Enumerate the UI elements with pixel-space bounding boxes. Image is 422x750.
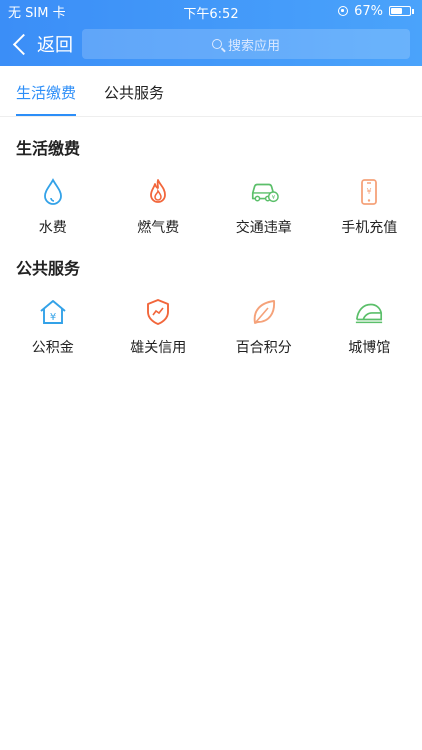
public-services-grid: ¥ 公积金 雄关信用 百合积分 城博馆 <box>0 297 422 357</box>
app-label: 雄关信用 <box>130 340 187 356</box>
navbar: 返回 搜索应用 <box>0 22 422 66</box>
header: 无 SIM 卡 67% 下午6:52 返回 搜索应用 <box>0 0 422 66</box>
battery-level <box>391 8 403 14</box>
back-button[interactable]: 返回 <box>10 31 74 57</box>
app-label: 交通违章 <box>235 220 292 236</box>
app-label: 燃气费 <box>137 220 180 236</box>
app-traffic-violation[interactable]: ¥ 交通违章 <box>211 177 317 237</box>
app-label: 百合积分 <box>235 340 292 356</box>
flame-icon <box>143 177 173 207</box>
search-placeholder: 搜索应用 <box>227 38 280 54</box>
search-icon <box>211 39 222 49</box>
tab-public-services[interactable]: 公共服务 <box>104 82 164 116</box>
battery-icon <box>389 6 411 16</box>
battery-cap <box>412 8 414 14</box>
museum-icon <box>354 297 384 327</box>
shield-icon <box>143 297 173 327</box>
app-label: 水费 <box>38 220 67 236</box>
app-label: 城博馆 <box>348 340 391 356</box>
app-lily-points[interactable]: 百合积分 <box>211 297 317 357</box>
chevron-left-icon <box>12 33 35 55</box>
leaf-icon <box>249 297 279 327</box>
water-drop-icon <box>38 177 68 207</box>
battery-percent: 67% <box>354 3 383 19</box>
svg-text:¥: ¥ <box>50 312 56 323</box>
section-title-life-payment: 生活缴费 <box>16 139 81 158</box>
app-phone-recharge[interactable]: ¥ 手机充值 <box>317 177 422 237</box>
carrier-label: 无 SIM 卡 <box>8 5 66 21</box>
section-title-public-services: 公共服务 <box>16 259 81 278</box>
house-icon: ¥ <box>38 297 68 327</box>
tab-bar: 生活缴费 公共服务 <box>0 66 422 117</box>
app-label: 手机充值 <box>341 220 398 236</box>
phone-icon: ¥ <box>354 177 384 207</box>
status-right: 67% <box>338 4 414 19</box>
status-bar: 无 SIM 卡 67% <box>0 0 422 22</box>
back-label: 返回 <box>37 35 73 56</box>
svg-text:¥: ¥ <box>271 195 275 201</box>
app-label: 公积金 <box>31 340 74 356</box>
car-icon: ¥ <box>249 177 279 207</box>
search-input[interactable]: 搜索应用 <box>82 29 410 59</box>
rotation-lock-icon <box>338 6 349 16</box>
app-water-bill[interactable]: 水费 <box>0 177 106 237</box>
life-payment-grid: 水费 燃气费 ¥ 交通违章 ¥ 手机充值 <box>0 177 422 237</box>
app-gas-bill[interactable]: 燃气费 <box>106 177 212 237</box>
tab-life-payment[interactable]: 生活缴费 <box>16 82 77 116</box>
svg-text:¥: ¥ <box>367 187 372 196</box>
app-city-museum[interactable]: 城博馆 <box>317 297 422 357</box>
app-housing-fund[interactable]: ¥ 公积金 <box>0 297 106 357</box>
app-credit[interactable]: 雄关信用 <box>106 297 212 357</box>
